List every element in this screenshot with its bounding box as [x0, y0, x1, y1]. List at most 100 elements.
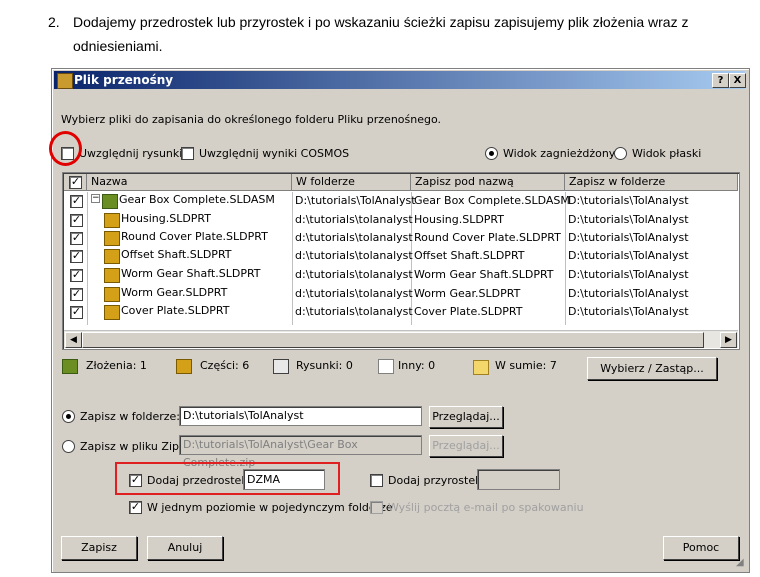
email-checkbox[interactable]: [370, 501, 383, 514]
file-save-as: Worm Gear Shaft.SLDPRT: [414, 268, 554, 281]
step-number: 2.: [48, 14, 60, 30]
save-to-zip-radio[interactable]: [62, 440, 75, 453]
drawings-count: Rysunki: 0: [296, 359, 353, 372]
row-checkbox[interactable]: ✓: [70, 195, 83, 208]
table-row[interactable]: ✓ − Gear Box Complete.SLDASM D:\tutorial…: [64, 192, 738, 210]
suffix-field[interactable]: [477, 469, 560, 490]
single-level-checkbox[interactable]: ✓: [129, 501, 142, 514]
step-text-line-2: odniesieniami.: [73, 38, 163, 54]
file-save-folder: D:\tutorials\TolAnalyst: [568, 268, 689, 281]
table-row[interactable]: ✓ Worm Gear.SLDPRT d:\tutorials\tolanaly…: [64, 285, 738, 303]
file-save-as: Worm Gear.SLDPRT: [414, 287, 521, 300]
title-bar: Plik przenośny ? X: [54, 71, 746, 89]
include-cosmos-checkbox[interactable]: [181, 147, 194, 160]
nested-view-label: Widok zagnieżdżony: [503, 147, 616, 160]
file-save-as: Housing.SLDPRT: [414, 213, 504, 226]
part-icon: [104, 268, 120, 283]
part-icon: [104, 249, 120, 264]
header-name[interactable]: Nazwa: [87, 174, 292, 191]
row-checkbox[interactable]: ✓: [70, 232, 83, 245]
cancel-button[interactable]: Anuluj: [147, 536, 223, 560]
parts-count: Części: 6: [200, 359, 250, 372]
file-save-as: Gear Box Complete.SLDASM: [414, 194, 570, 207]
header-folder[interactable]: W folderze: [292, 174, 411, 191]
table-row[interactable]: ✓ Round Cover Plate.SLDPRT d:\tutorials\…: [64, 229, 738, 247]
dialog-title: Plik przenośny: [74, 73, 174, 87]
file-folder: d:\tutorials\tolanalyst: [295, 287, 413, 300]
file-folder: d:\tutorials\tolanalyst: [295, 249, 413, 262]
highlight-rectangle: [115, 462, 340, 495]
nested-view-radio[interactable]: [485, 147, 498, 160]
save-to-zip-label: Zapisz w pliku Zip:: [80, 440, 183, 453]
close-title-button[interactable]: X: [729, 73, 746, 88]
select-all-checkbox[interactable]: ✓: [69, 176, 82, 189]
file-folder: d:\tutorials\tolanalyst: [295, 213, 413, 226]
file-save-folder: D:\tutorials\TolAnalyst: [568, 287, 689, 300]
scroll-left-icon[interactable]: ◀: [65, 332, 82, 348]
file-folder: d:\tutorials\tolanalyst: [295, 231, 413, 244]
single-level-label: W jednym poziomie w pojedynczym folderze: [147, 501, 393, 514]
add-suffix-checkbox[interactable]: [370, 474, 383, 487]
file-name: Gear Box Complete.SLDASM: [119, 193, 275, 206]
browse-folder-button[interactable]: Przeglądaj...: [429, 406, 503, 428]
zip-path-field[interactable]: D:\tutorials\TolAnalyst\Gear Box Complet…: [179, 435, 422, 469]
email-label: Wyślij pocztą e-mail po spakowaniu: [388, 501, 584, 514]
files-table: ✓ Nazwa W folderze Zapisz pod nazwą Zapi…: [62, 172, 740, 350]
collapse-icon[interactable]: −: [91, 194, 100, 203]
row-checkbox[interactable]: ✓: [70, 288, 83, 301]
row-checkbox[interactable]: ✓: [70, 214, 83, 227]
file-name: Worm Gear Shaft.SLDPRT: [121, 267, 261, 280]
parts-icon: [176, 359, 192, 374]
file-save-folder: D:\tutorials\TolAnalyst: [568, 231, 689, 244]
part-icon: [104, 287, 120, 302]
save-button[interactable]: Zapisz: [61, 536, 137, 560]
step-text-line-1: Dodajemy przedrostek lub przyrostek i po…: [73, 14, 689, 30]
file-save-as: Round Cover Plate.SLDPRT: [414, 231, 561, 244]
table-row[interactable]: ✓ Offset Shaft.SLDPRT d:\tutorials\tolan…: [64, 247, 738, 265]
table-row[interactable]: ✓ Cover Plate.SLDPRT d:\tutorials\tolana…: [64, 303, 738, 321]
folder-path-field[interactable]: D:\tutorials\TolAnalyst: [179, 406, 422, 426]
file-save-as: Cover Plate.SLDPRT: [414, 305, 523, 318]
browse-zip-button[interactable]: Przeglądaj...: [429, 435, 503, 457]
save-to-folder-label: Zapisz w folderze:: [80, 410, 180, 423]
horizontal-scrollbar[interactable]: ◀ ▶: [64, 330, 738, 348]
add-suffix-label: Dodaj przyrostek:: [388, 474, 486, 487]
part-icon: [104, 305, 120, 320]
file-save-folder: D:\tutorials\TolAnalyst: [568, 213, 689, 226]
flat-view-radio[interactable]: [614, 147, 627, 160]
file-save-as: Offset Shaft.SLDPRT: [414, 249, 525, 262]
file-folder: d:\tutorials\tolanalyst: [295, 268, 413, 281]
assemblies-icon: [62, 359, 78, 374]
save-to-folder-radio[interactable]: [62, 410, 75, 423]
scroll-thumb[interactable]: [82, 332, 704, 348]
row-checkbox[interactable]: ✓: [70, 250, 83, 263]
select-replace-button[interactable]: Wybierz / Zastąp...: [587, 357, 717, 380]
instruction-text: Wybierz pliki do zapisania do określoneg…: [61, 113, 442, 126]
file-folder: d:\tutorials\tolanalyst: [295, 305, 413, 318]
header-save-folder[interactable]: Zapisz w folderze: [565, 174, 738, 191]
resize-grip-icon[interactable]: ◢: [736, 557, 744, 568]
row-checkbox[interactable]: ✓: [70, 306, 83, 319]
row-checkbox[interactable]: ✓: [70, 269, 83, 282]
file-name: Cover Plate.SLDPRT: [121, 304, 230, 317]
file-save-folder: D:\tutorials\TolAnalyst: [568, 194, 689, 207]
scroll-right-icon[interactable]: ▶: [720, 332, 737, 348]
total-count: W sumie: 7: [495, 359, 557, 372]
file-name: Offset Shaft.SLDPRT: [121, 248, 232, 261]
include-cosmos-label: Uwzględnij wyniki COSMOS: [199, 147, 350, 160]
assembly-icon: [102, 194, 118, 209]
app-icon: [57, 73, 73, 89]
help-title-button[interactable]: ?: [712, 73, 729, 88]
header-save-as[interactable]: Zapisz pod nazwą: [411, 174, 565, 191]
table-row[interactable]: ✓ Worm Gear Shaft.SLDPRT d:\tutorials\to…: [64, 266, 738, 284]
file-save-folder: D:\tutorials\TolAnalyst: [568, 249, 689, 262]
help-button[interactable]: Pomoc: [663, 536, 739, 560]
flat-view-label: Widok płaski: [632, 147, 702, 160]
include-drawings-label: Uwzględnij rysunki: [79, 147, 183, 160]
file-name: Round Cover Plate.SLDPRT: [121, 230, 268, 243]
drawings-icon: [273, 359, 289, 374]
highlight-circle: [49, 131, 82, 166]
assemblies-count: Złożenia: 1: [86, 359, 147, 372]
header-select-all[interactable]: ✓: [64, 174, 87, 191]
table-row[interactable]: ✓ Housing.SLDPRT d:\tutorials\tolanalyst…: [64, 211, 738, 229]
